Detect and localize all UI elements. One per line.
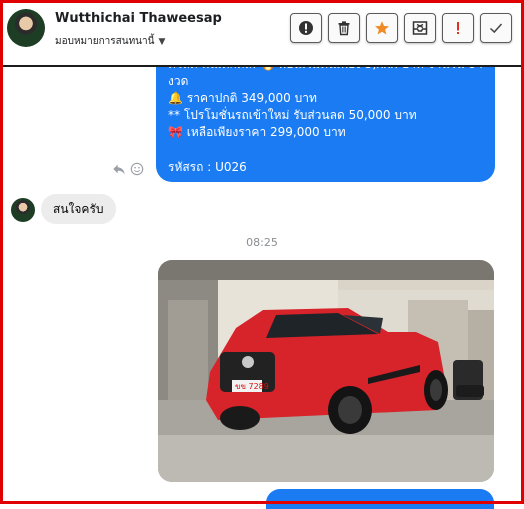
caret-down-icon: ▼: [158, 36, 166, 47]
contact-name[interactable]: Wutthichai Thaweesap: [55, 11, 222, 26]
mark-unread-icon: [412, 21, 428, 35]
mark-done-button[interactable]: [480, 13, 512, 43]
message-line: 🔔 ราคาปกติ 349,000 บาท: [168, 91, 317, 105]
spam-button[interactable]: [442, 13, 474, 43]
check-icon: [489, 23, 503, 34]
message-line: งวด: [168, 74, 189, 88]
message-timestamp: 08:25: [246, 236, 278, 249]
smiley-icon[interactable]: [130, 162, 144, 176]
exclamation-icon: [457, 22, 459, 34]
reply-icon[interactable]: [112, 162, 126, 176]
star-button[interactable]: [366, 13, 398, 43]
report-button[interactable]: [290, 13, 322, 43]
assign-conversation-dropdown[interactable]: มอบหมายการสนทนานี้ ▼: [55, 34, 165, 49]
trash-icon: [338, 21, 350, 36]
car-photo-message[interactable]: ขข 7289: [158, 260, 494, 482]
mark-unread-button[interactable]: [404, 13, 436, 43]
assign-label: มอบหมายการสนทนานี้: [55, 36, 155, 47]
message-actions: [112, 162, 144, 176]
conversation-header: Wutthichai Thaweesap มอบหมายการสนทนานี้ …: [3, 3, 521, 67]
star-icon: [375, 21, 389, 35]
alert-circle-icon: [299, 21, 313, 35]
contact-avatar[interactable]: [7, 9, 45, 47]
car-code: รหัสรถ : U026: [168, 160, 247, 174]
car-photo: ขข 7289: [158, 260, 494, 482]
incoming-message-bubble[interactable]: สนใจครับ: [41, 194, 116, 224]
license-plate: ขข 7289: [235, 382, 269, 391]
delete-button[interactable]: [328, 13, 360, 43]
message-line: ** โปรโมชั่นรถเข้าใหม่ รับส่วนลด 50,000 …: [168, 108, 417, 122]
outgoing-message-bubble-next[interactable]: [266, 489, 494, 509]
action-toolbar: [290, 13, 512, 43]
contact-avatar-small: [11, 198, 35, 222]
message-line: 🎀 เหลือเพียงราคา 299,000 บาท: [168, 125, 346, 139]
